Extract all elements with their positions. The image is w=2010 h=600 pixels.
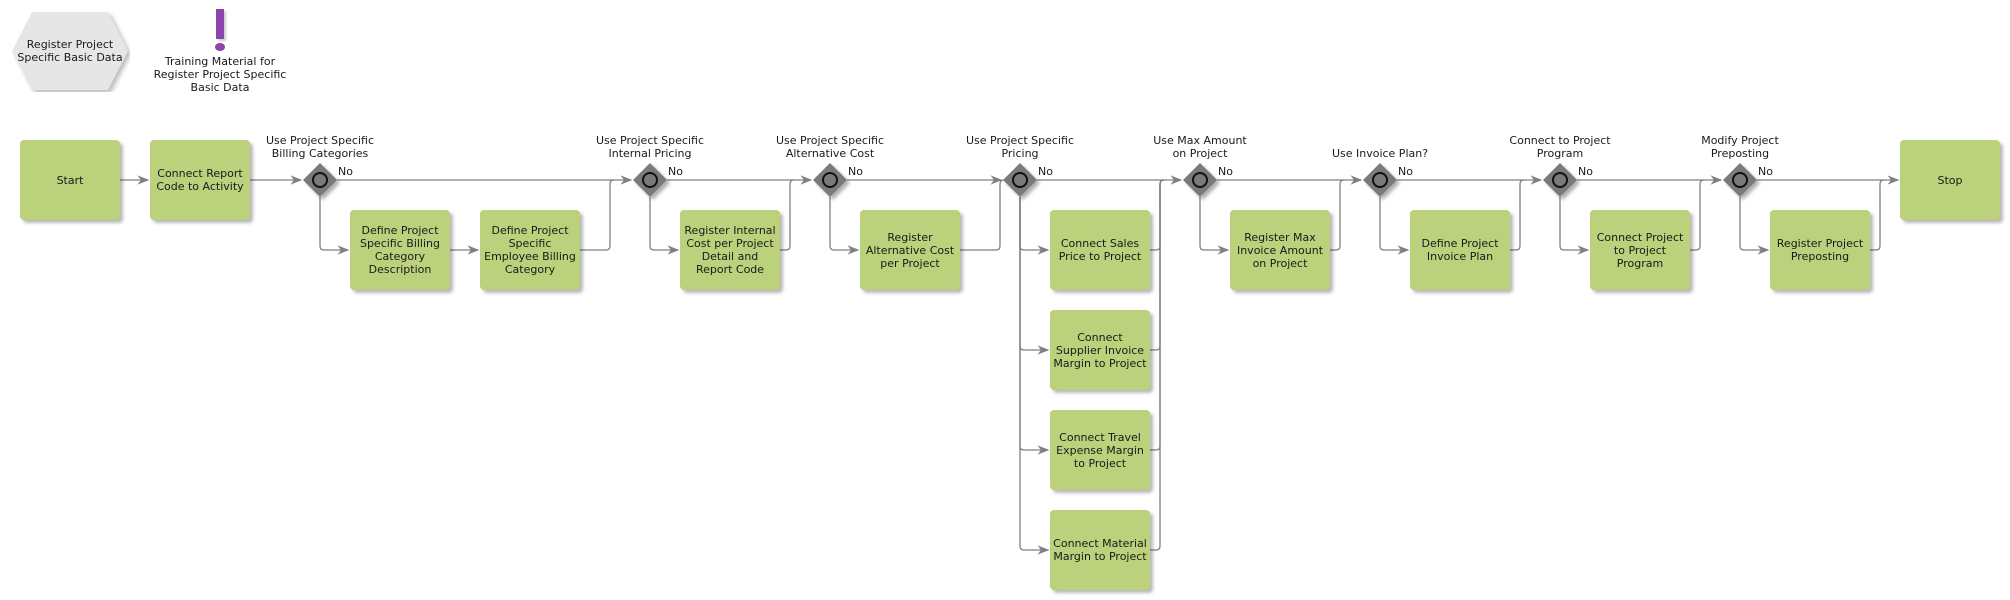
training-material[interactable] <box>155 8 285 55</box>
activity-label: Register Internal Cost per Project Detai… <box>684 224 776 276</box>
gateway-3[interactable] <box>813 163 847 197</box>
connector-merge <box>1510 179 1525 251</box>
activity-box[interactable]: Connect Material Margin to Project <box>1050 510 1150 590</box>
connector-merge <box>1150 179 1165 451</box>
gateway-circle-icon <box>1372 172 1388 188</box>
activity-box[interactable]: Define Project Specific Employee Billing… <box>480 210 580 290</box>
gateway-label: Use Project Specific Alternative Cost <box>776 134 884 160</box>
activity-label: Connect Project to Project Program <box>1596 230 1684 270</box>
connector-merge <box>580 179 615 251</box>
activity-box[interactable]: Register Alternative Cost per Project <box>860 210 960 290</box>
process-hexagon-label: Register Project Specific Basic Data <box>17 38 123 64</box>
stop-label: Stop <box>1937 173 1963 187</box>
activity-box[interactable]: Register Project Preposting <box>1770 210 1870 290</box>
gateway-label: Use Project Specific Internal Pricing <box>596 134 704 160</box>
connector-branch <box>649 197 680 255</box>
connector-merge <box>1690 179 1705 251</box>
gateway-label: Use Max Amount on Project <box>1153 134 1247 160</box>
connector-branch <box>1019 197 1050 355</box>
gateway-circle-icon <box>312 172 328 188</box>
gateway-4[interactable] <box>1003 163 1037 197</box>
connector-merge <box>1150 179 1165 351</box>
connector-branch <box>1019 197 1050 455</box>
gateway-label: Use Project Specific Pricing <box>966 134 1074 160</box>
gateway-circle-icon <box>1552 172 1568 188</box>
gateway-no-label: No <box>1578 165 1593 178</box>
activity-label: Connect Sales Price to Project <box>1058 237 1142 263</box>
gateway-no-label: No <box>1218 165 1233 178</box>
activity-box[interactable]: Register Internal Cost per Project Detai… <box>680 210 780 290</box>
connector-merge <box>1150 179 1165 551</box>
activity-box[interactable]: Connect Sales Price to Project <box>1050 210 1150 290</box>
connector-merge <box>1330 179 1345 251</box>
exclamation-icon <box>215 9 225 51</box>
activity-label: Connect Supplier Invoice Margin to Proje… <box>1053 330 1147 370</box>
activity-box[interactable]: Define Project Invoice Plan <box>1410 210 1510 290</box>
gateway-label: Use Project Specific Billing Categories <box>266 134 374 160</box>
gateway-6[interactable] <box>1363 163 1397 197</box>
connector-branch <box>1379 197 1410 255</box>
gateway-no-label: No <box>668 165 683 178</box>
gateway-label: Modify Project Preposting <box>1701 134 1779 160</box>
activity-box[interactable]: Connect Supplier Invoice Margin to Proje… <box>1050 310 1150 390</box>
activity-box[interactable]: Connect Travel Expense Margin to Project <box>1050 410 1150 490</box>
connector-merge <box>1150 179 1165 251</box>
gateway-label: Use Invoice Plan? <box>1331 147 1429 160</box>
activity-label: Connect Report Code to Activity <box>156 167 244 193</box>
activity-label: Register Max Invoice Amount on Project <box>1236 230 1324 270</box>
gateway-circle-icon <box>1732 172 1748 188</box>
activity-label: Define Project Specific Billing Category… <box>359 224 441 276</box>
gateway-circle-icon <box>822 172 838 188</box>
gateway-circle-icon <box>1012 172 1028 188</box>
connector-branch <box>319 197 350 255</box>
gateway-no-label: No <box>1758 165 1773 178</box>
activity-box[interactable]: Connect Project to Project Program <box>1590 210 1690 290</box>
gateway-no-label: No <box>848 165 863 178</box>
connector-merge <box>960 179 1005 251</box>
gateway-circle-icon <box>642 172 658 188</box>
gateway-no-label: No <box>1038 165 1053 178</box>
activity-box[interactable]: Register Max Invoice Amount on Project <box>1230 210 1330 290</box>
activity-label: Register Alternative Cost per Project <box>865 230 955 270</box>
connector-branch <box>1559 197 1590 255</box>
gateway-label: Connect to Project Program <box>1509 134 1611 160</box>
stop-event[interactable]: Stop <box>1900 140 2000 220</box>
gateway-2[interactable] <box>633 163 667 197</box>
connector-branch <box>1019 197 1050 255</box>
activity-label: Register Project Preposting <box>1776 237 1864 263</box>
gateway-circle-icon <box>1192 172 1208 188</box>
activity-label: Define Project Specific Employee Billing… <box>484 224 576 276</box>
activity-connect-report-code[interactable]: Connect Report Code to Activity <box>150 140 250 220</box>
activity-box[interactable]: Define Project Specific Billing Category… <box>350 210 450 290</box>
gateway-8[interactable] <box>1723 163 1757 197</box>
connector-branch <box>829 197 860 255</box>
connector-merge <box>1870 179 1885 251</box>
start-event[interactable]: Start <box>20 140 120 220</box>
gateway-7[interactable] <box>1543 163 1577 197</box>
training-material-label: Training Material for Register Project S… <box>153 55 287 94</box>
activity-label: Connect Travel Expense Margin to Project <box>1056 430 1144 470</box>
connector-branch <box>1199 197 1230 255</box>
gateway-no-label: No <box>1398 165 1413 178</box>
connector-branch <box>1739 197 1770 255</box>
gateway-no-label: No <box>338 165 353 178</box>
activity-label: Connect Material Margin to Project <box>1053 537 1147 563</box>
gateway-1[interactable] <box>303 163 337 197</box>
flow-connectors <box>120 163 1900 555</box>
start-label: Start <box>56 173 84 187</box>
activity-label: Define Project Invoice Plan <box>1421 237 1499 263</box>
gateway-5[interactable] <box>1183 163 1217 197</box>
connector-merge <box>780 179 795 251</box>
